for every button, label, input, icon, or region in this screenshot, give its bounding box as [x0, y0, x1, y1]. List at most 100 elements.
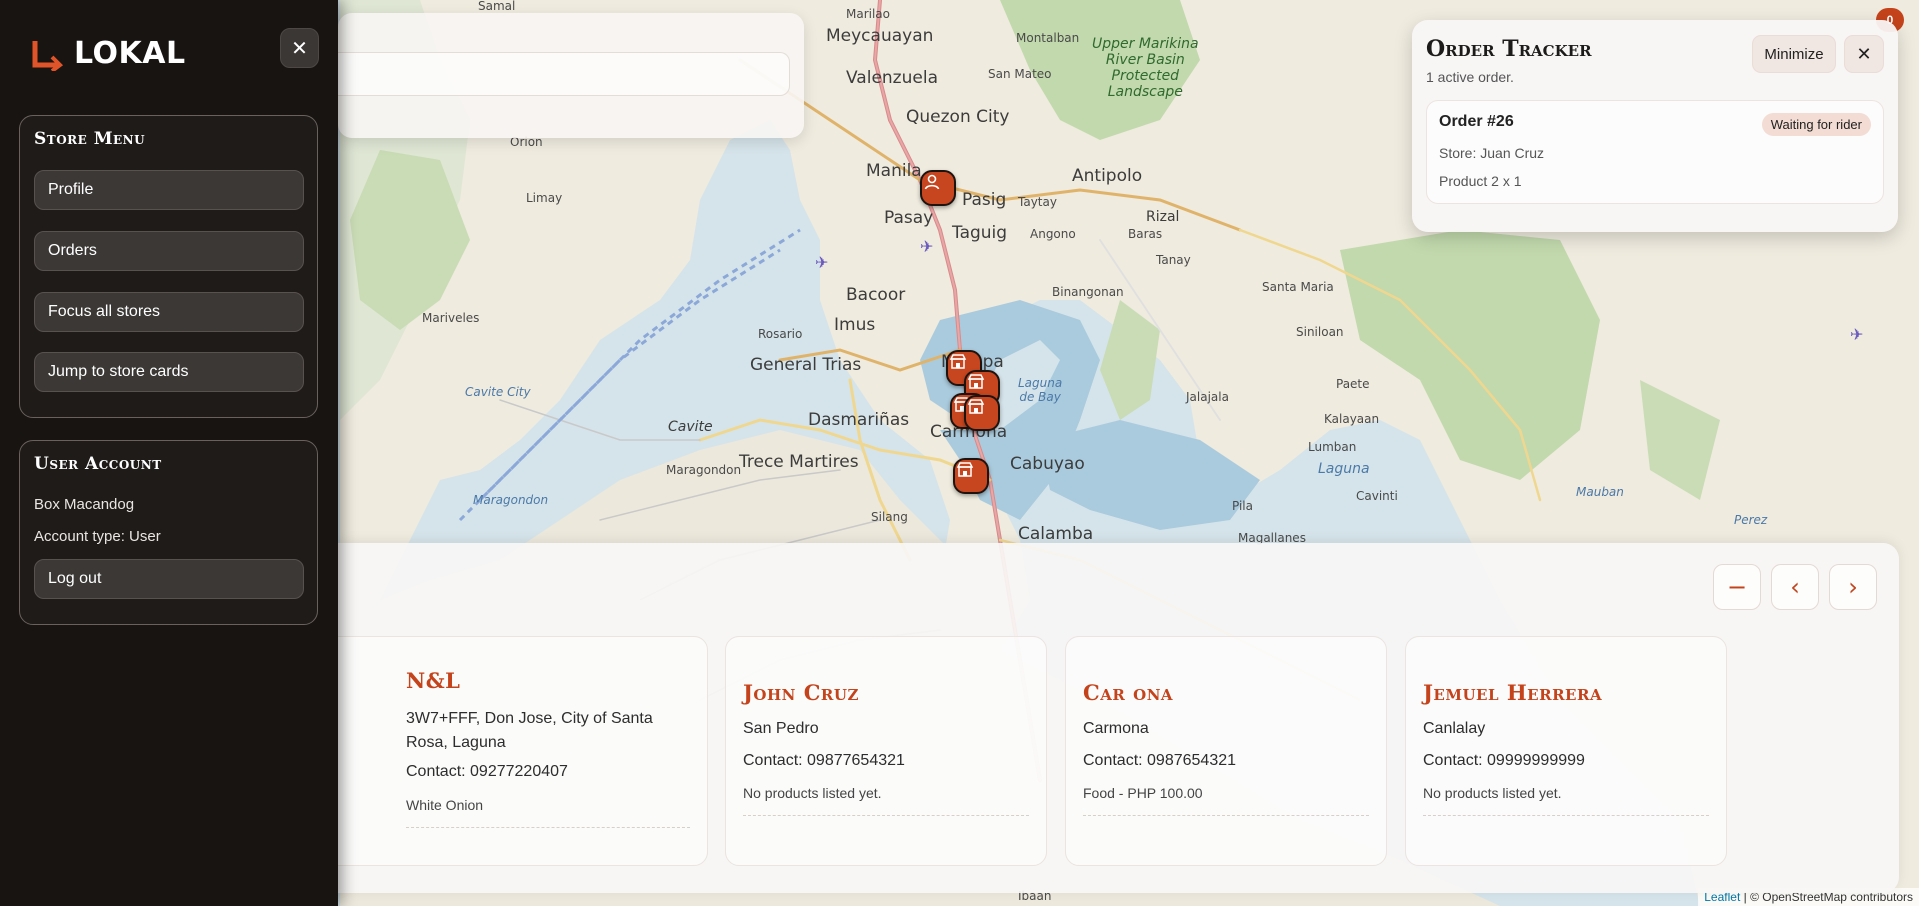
- store-menu-heading: Store Menu: [34, 129, 146, 149]
- tracker-title: Order Tracker: [1426, 36, 1592, 62]
- lokal-logo-icon: [32, 40, 64, 71]
- divider: [743, 815, 1029, 816]
- prev-store-button[interactable]: ‹: [1771, 564, 1819, 610]
- map-label-cavite-city: Cavite City: [465, 385, 531, 399]
- map-label-paete: Paete: [1336, 377, 1370, 391]
- order-card[interactable]: Order #26 Waiting for rider Store: Juan …: [1426, 100, 1884, 204]
- store-name: John Cruz: [743, 680, 859, 705]
- store-card[interactable]: John Cruz San Pedro Contact: 09877654321…: [725, 636, 1047, 866]
- jump-to-store-cards-button[interactable]: Jump to store cards: [34, 352, 304, 392]
- map-label-limay: Limay: [526, 191, 563, 205]
- map-label-binangonan: Binangonan: [1052, 285, 1124, 299]
- map-label-siniloan: Siniloan: [1296, 325, 1344, 339]
- map-label-silang: Silang: [871, 510, 908, 524]
- store-contact: Contact: 0987654321: [1083, 752, 1237, 769]
- map-label-meycauayan: Meycauayan: [826, 26, 934, 46]
- search-input[interactable]: [338, 52, 790, 96]
- store-name: N&L: [406, 668, 461, 693]
- map-label-cavite: Cavite: [668, 419, 713, 435]
- map-label-pasig: Pasig: [962, 190, 1007, 210]
- map-label-mariveles: Mariveles: [422, 311, 480, 325]
- store-icon: [949, 354, 967, 369]
- store-menu-card: Store Menu Profile Orders Focus all stor…: [19, 115, 318, 418]
- next-store-button[interactable]: ›: [1829, 564, 1877, 610]
- map-label-jalajala: Jalajala: [1186, 390, 1229, 404]
- store-marker[interactable]: [964, 395, 1000, 431]
- map-label-taguig: Taguig: [952, 223, 1008, 243]
- map-label-calamba: Calamba: [1018, 524, 1094, 544]
- order-status-badge: Waiting for rider: [1761, 113, 1871, 136]
- store-icon: [967, 399, 985, 414]
- store-icon: [967, 374, 985, 389]
- store-marker[interactable]: [953, 458, 989, 494]
- divider: [406, 827, 690, 828]
- collapse-panel-button[interactable]: −: [1713, 564, 1761, 610]
- map-label-general-trias: General Trias: [750, 355, 862, 375]
- store-contact: Contact: 09999999999: [1423, 752, 1585, 769]
- user-name: Box Macandog: [34, 496, 135, 513]
- minimize-button[interactable]: Minimize: [1752, 35, 1836, 73]
- map-label-maragondon-water: Maragondon: [473, 493, 549, 507]
- map-label-valenzuela: Valenzuela: [846, 68, 938, 88]
- map-label-rizal: Rizal: [1146, 209, 1180, 225]
- store-products: Food - PHP 100.00: [1083, 785, 1203, 801]
- store-address: 3W7+FFF, Don Jose, City of Santa Rosa, L…: [406, 710, 653, 751]
- map-label-mauban: Mauban: [1576, 485, 1624, 499]
- user-location-marker[interactable]: [920, 170, 956, 206]
- account-type: Account type: User: [34, 528, 161, 545]
- store-card[interactable]: Car ona Carmona Contact: 0987654321 Food…: [1065, 636, 1387, 866]
- close-sidebar-button[interactable]: ✕: [280, 28, 319, 68]
- divider: [1423, 815, 1709, 816]
- map-label-angono: Angono: [1030, 227, 1076, 241]
- tracker-subtitle: 1 active order.: [1426, 69, 1514, 85]
- map-label-laguna: Laguna: [1318, 461, 1370, 477]
- svg-text:✈: ✈: [920, 237, 933, 256]
- divider: [1083, 815, 1369, 816]
- order-product: Product 2 x 1: [1439, 173, 1522, 189]
- map-label-quezon-city: Quezon City: [906, 107, 1010, 127]
- logout-button[interactable]: Log out: [34, 559, 304, 599]
- store-products: No products listed yet.: [743, 785, 882, 801]
- sidebar: LOKAL ✕ Store Menu Profile Orders Focus …: [0, 0, 338, 906]
- map-label-lumban: Lumban: [1308, 440, 1357, 454]
- store-name: Car ona: [1083, 680, 1174, 705]
- map-label-trece-martires: Trece Martires: [739, 452, 859, 472]
- map-label-maragondon: Maragondon: [666, 463, 742, 477]
- map-label-antipolo: Antipolo: [1072, 166, 1143, 186]
- map-label-baras: Baras: [1128, 227, 1163, 241]
- map-label-tanay: Tanay: [1156, 253, 1191, 267]
- order-tracker: Order Tracker 1 active order. Minimize ✕…: [1412, 20, 1898, 232]
- store-products: No products listed yet.: [1423, 785, 1562, 801]
- store-address: San Pedro: [743, 720, 819, 737]
- map-label-montalban: Montalban: [1016, 31, 1080, 45]
- map-label-cabuyao: Cabuyao: [1010, 454, 1085, 474]
- user-account-card: User Account Box Macandog Account type: …: [19, 440, 318, 625]
- map-label-laguna-de-bay: Laguna de Bay: [1018, 376, 1063, 405]
- profile-button[interactable]: Profile: [34, 170, 304, 210]
- store-icon: [956, 462, 974, 477]
- map-label-san-mateo: San Mateo: [988, 67, 1052, 81]
- map-label-rosario: Rosario: [758, 327, 803, 341]
- map-label-bacoor: Bacoor: [846, 285, 906, 305]
- map-label-santa-maria: Santa Maria: [1262, 280, 1334, 294]
- person-icon: [924, 174, 940, 190]
- map-label-imus: Imus: [834, 315, 876, 335]
- close-tracker-button[interactable]: ✕: [1844, 35, 1884, 73]
- orders-button[interactable]: Orders: [34, 231, 304, 271]
- store-contact: Contact: 09277220407: [406, 763, 568, 780]
- order-store: Store: Juan Cruz: [1439, 145, 1545, 161]
- store-contact: Contact: 09877654321: [743, 752, 905, 769]
- map-label-cavinti: Cavinti: [1356, 489, 1398, 503]
- brand[interactable]: LOKAL: [30, 36, 186, 71]
- map-label-kalayaan: Kalayaan: [1324, 412, 1380, 426]
- svg-text:✈: ✈: [815, 253, 828, 272]
- map-label-pila: Pila: [1232, 499, 1253, 513]
- store-address: Canlalay: [1423, 720, 1486, 737]
- brand-name: LOKAL: [74, 36, 186, 71]
- focus-all-stores-button[interactable]: Focus all stores: [34, 292, 304, 332]
- map-label-dasmarinas: Dasmariñas: [808, 410, 910, 430]
- store-card[interactable]: Jemuel Herrera Canlalay Contact: 0999999…: [1405, 636, 1727, 866]
- store-card[interactable]: N&L 3W7+FFF, Don Jose, City of Santa Ros…: [300, 636, 708, 866]
- map-label-samal: Samal: [478, 0, 516, 13]
- user-account-heading: User Account: [34, 454, 162, 474]
